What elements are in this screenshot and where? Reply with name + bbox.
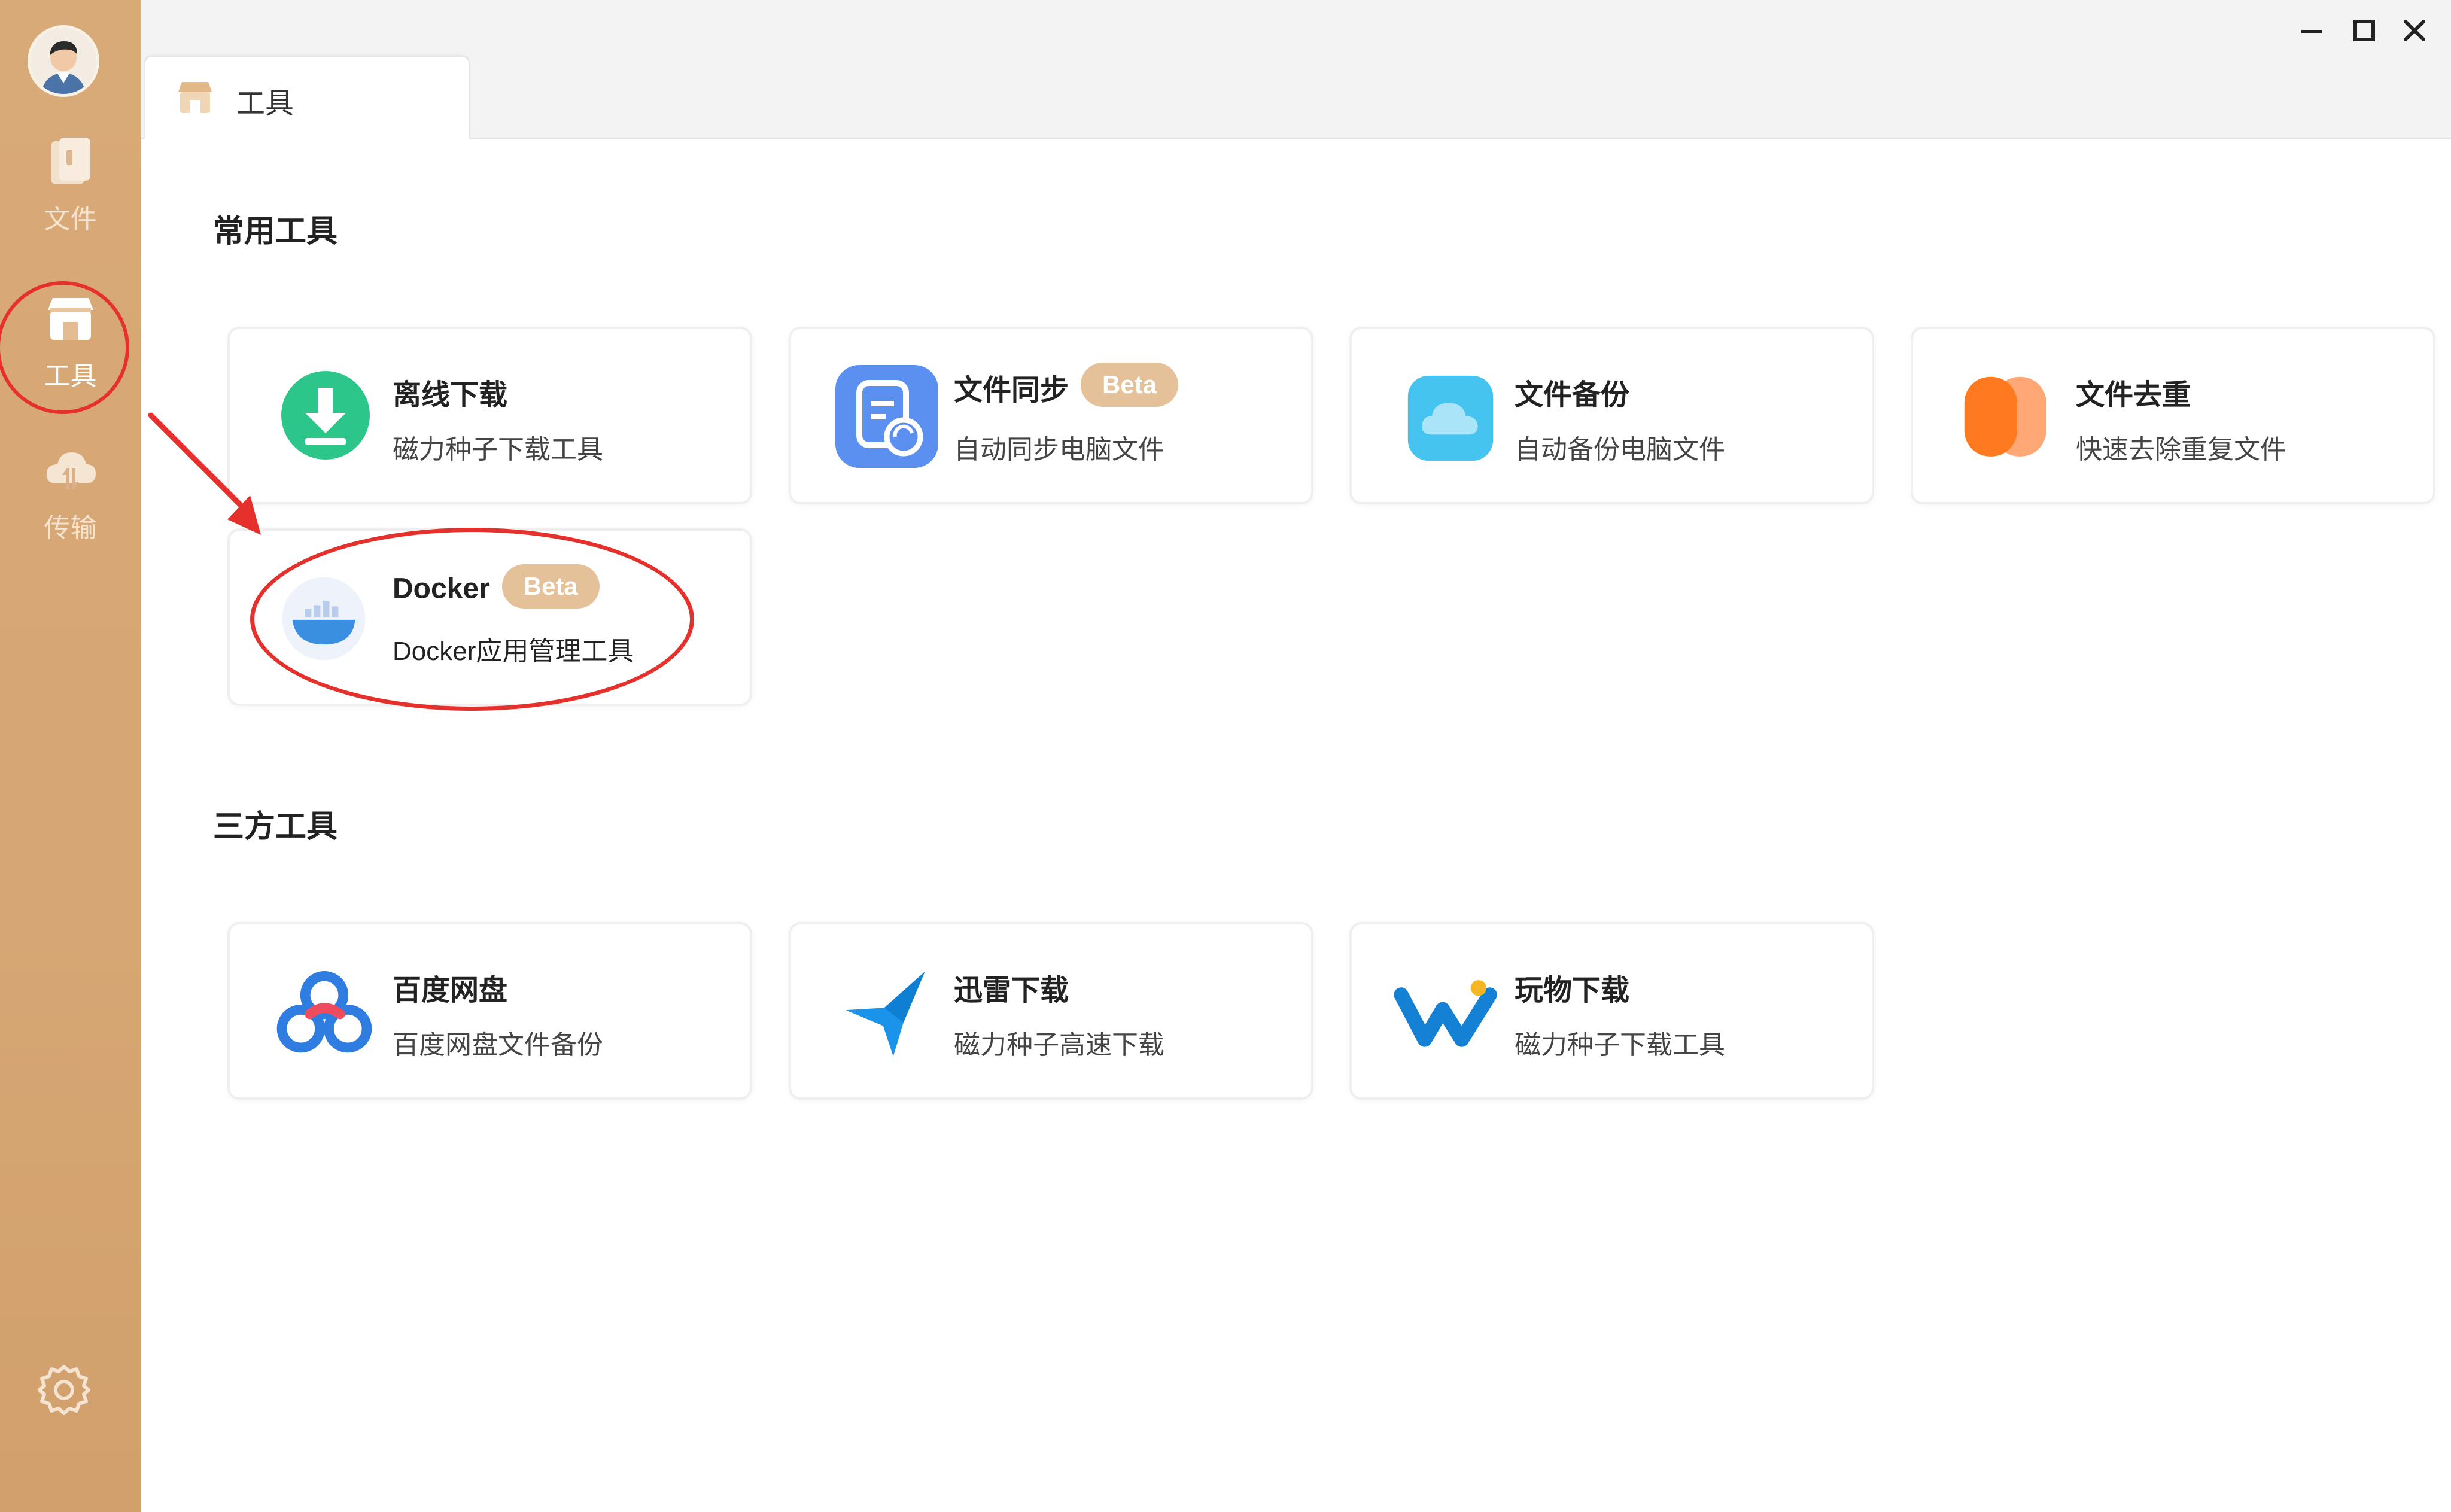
tool-card-file-sync[interactable]: 文件同步 Beta 自动同步电脑文件	[789, 327, 1313, 504]
tool-card-xunlei[interactable]: 迅雷下载 磁力种子高速下载	[789, 922, 1313, 1100]
dedupe-icon	[1964, 376, 2046, 457]
tab-bar	[141, 0, 2451, 139]
file-icon	[50, 138, 90, 184]
maximize-icon	[2353, 20, 2375, 41]
card-desc: 自动同步电脑文件	[954, 435, 1164, 464]
settings-button[interactable]	[37, 1363, 91, 1420]
beta-badge: Beta	[1081, 363, 1179, 407]
close-button[interactable]	[2400, 16, 2429, 48]
tool-card-file-backup[interactable]: 文件备份 自动备份电脑文件	[1349, 327, 1874, 504]
card-title: 文件备份	[1515, 379, 1630, 411]
sidebar-item-label: 文件	[44, 205, 97, 234]
section-title-third-party: 三方工具	[213, 810, 338, 844]
annotation-arrow	[148, 412, 261, 535]
tool-card-baidu-netdisk[interactable]: 百度网盘 百度网盘文件备份	[227, 922, 752, 1100]
annotation-circle-sidebar	[0, 281, 129, 414]
card-desc: 快速去除重复文件	[2076, 435, 2286, 464]
card-desc: 百度网盘文件备份	[393, 1030, 603, 1060]
sidebar-item-transfer[interactable]: 传输	[0, 450, 141, 544]
sidebar: 文件 工具 传输	[0, 0, 141, 1512]
sidebar-item-files[interactable]: 文件	[0, 136, 141, 236]
sidebar-item-label: 传输	[44, 513, 97, 543]
tab-label: 工具	[236, 88, 294, 120]
store-icon	[178, 82, 212, 113]
avatar-image	[31, 28, 96, 94]
file-sync-icon	[835, 365, 938, 468]
card-title: 离线下载	[393, 379, 508, 411]
maximize-button[interactable]	[2349, 16, 2379, 48]
cloud-transfer-icon	[46, 452, 96, 489]
wanwu-icon	[1394, 980, 1497, 1047]
card-desc: 磁力种子高速下载	[954, 1030, 1164, 1060]
card-desc: 磁力种子下载工具	[393, 435, 603, 464]
card-title: 文件去重	[2076, 379, 2191, 411]
cloud-backup-icon	[1407, 375, 1494, 461]
card-desc: 磁力种子下载工具	[1515, 1030, 1725, 1060]
minimize-button[interactable]	[2297, 16, 2327, 48]
xunlei-bird-icon	[846, 971, 925, 1057]
card-title: 文件同步	[954, 375, 1069, 406]
card-desc: 自动备份电脑文件	[1515, 435, 1725, 464]
tool-card-wanwu[interactable]: 玩物下载 磁力种子下载工具	[1349, 922, 1874, 1100]
close-icon	[2404, 20, 2425, 41]
baidu-netdisk-icon	[276, 971, 372, 1053]
settings-gear-icon	[38, 1365, 90, 1415]
download-icon	[281, 371, 370, 460]
card-title: 百度网盘	[393, 975, 508, 1006]
card-title: 玩物下载	[1515, 975, 1630, 1006]
tool-card-file-dedupe[interactable]: 文件去重 快速去除重复文件	[1911, 327, 2435, 504]
tab-tools[interactable]: 工具	[144, 55, 470, 139]
minimize-icon	[2301, 30, 2322, 33]
tool-card-offline-download[interactable]: 离线下载 磁力种子下载工具	[227, 327, 752, 504]
annotation-circle-docker	[250, 528, 694, 711]
card-title-row: 文件同步 Beta	[954, 363, 1179, 409]
section-title-common: 常用工具	[213, 214, 338, 249]
card-title: 迅雷下载	[954, 975, 1069, 1006]
user-avatar[interactable]	[28, 25, 99, 97]
